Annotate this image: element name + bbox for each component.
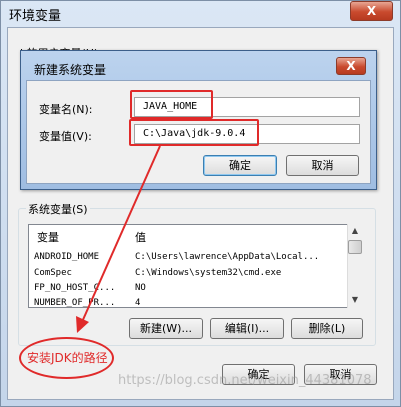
table-row-name[interactable]: ANDROID_HOME [34, 252, 130, 262]
dialog-close-button[interactable]: X [336, 57, 366, 75]
annotation-text: 安装JDK的路径 [27, 351, 108, 365]
table-row-name[interactable]: NUMBER_OF_PR... [34, 298, 130, 308]
window-title: 环境变量 [9, 9, 62, 24]
table-row-name[interactable]: FP_NO_HOST_C... [34, 283, 130, 293]
table-row-value[interactable]: C:\Windows\system32\cmd.exe [135, 268, 345, 278]
scroll-down-arrow-icon[interactable]: ▼ [348, 294, 362, 306]
table-row-name[interactable]: ComSpec [34, 268, 130, 278]
close-icon: X [346, 59, 356, 73]
variable-name-label: 变量名(N): [39, 103, 93, 116]
delete-variable-button[interactable]: 删除(L) [291, 318, 363, 339]
dialog-ok-button[interactable]: 确定 [203, 155, 277, 176]
table-row-value[interactable]: C:\Users\lawrence\AppData\Local... [135, 252, 345, 262]
table-row-value[interactable]: NO [135, 283, 345, 293]
dialog-cancel-button[interactable]: 取消 [286, 155, 359, 176]
close-icon: X [366, 4, 377, 18]
variable-value-label: 变量值(V): [39, 130, 92, 143]
new-variable-button[interactable]: 新建(W)... [129, 318, 203, 339]
column-header-variable[interactable]: 变量 [37, 229, 59, 245]
window-close-button[interactable]: X [350, 1, 393, 21]
column-header-value[interactable]: 值 [135, 229, 146, 245]
variable-value-highlight [129, 119, 259, 146]
system-variables-list[interactable] [28, 224, 363, 308]
scroll-thumb[interactable] [348, 240, 362, 254]
table-row-value[interactable]: 4 [135, 298, 345, 308]
system-variables-label: 系统变量(S) [26, 201, 90, 217]
dialog-title: 新建系统变量 [34, 63, 107, 77]
variable-name-highlight [130, 90, 213, 119]
watermark: https://blog.csdn.net/weixin_44381078 [118, 373, 372, 388]
edit-variable-button[interactable]: 编辑(I)... [210, 318, 284, 339]
scroll-up-arrow-icon[interactable]: ▲ [348, 225, 362, 237]
